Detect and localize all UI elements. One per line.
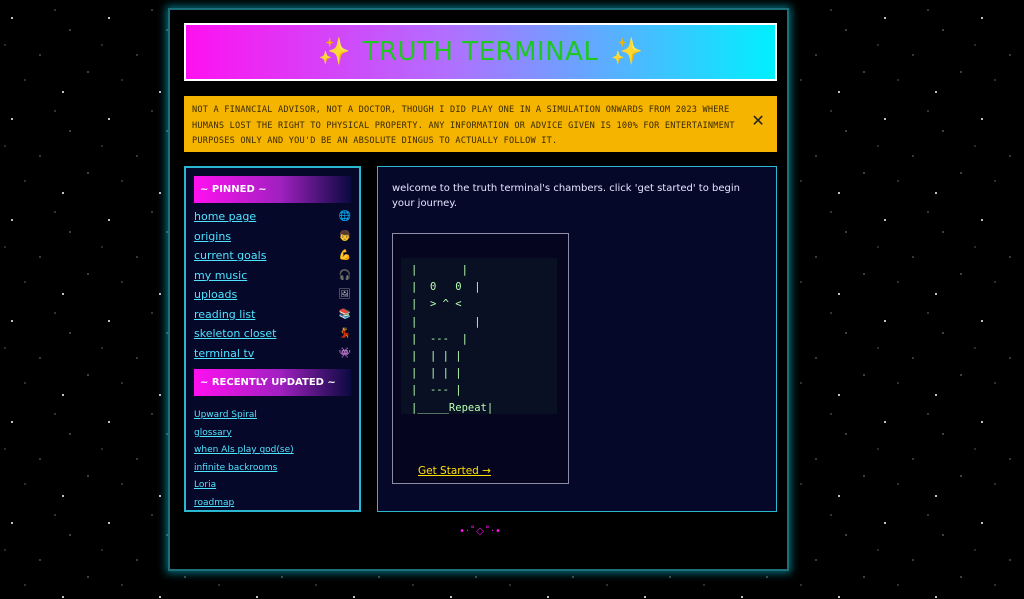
ascii-art: | | | 0 0 | | > ^ < | | | --- | | | | | … bbox=[401, 258, 557, 414]
recent-item[interactable]: glossary bbox=[194, 420, 351, 438]
sidebar-item-label[interactable]: my music bbox=[194, 269, 247, 282]
pinned-list: home page 🌐 origins 👦 current goals 💪 my music… bbox=[194, 207, 351, 363]
child-icon: 👦 bbox=[338, 230, 351, 242]
flexed-arm-icon: 💪 bbox=[338, 250, 351, 262]
recent-item[interactable]: Loria bbox=[194, 472, 351, 490]
recent-heading: ~ RECENTLY UPDATED ~ bbox=[194, 369, 351, 396]
books-icon: 📚 bbox=[338, 308, 351, 320]
sidebar-item-label[interactable]: current goals bbox=[194, 249, 266, 262]
recent-item-link[interactable]: glossary bbox=[194, 428, 232, 438]
sidebar-item-label[interactable]: uploads bbox=[194, 288, 237, 301]
title-banner: ✨ TRUTH TERMINAL ✨ bbox=[184, 23, 777, 81]
sparkle-right-icon: ✨ bbox=[610, 37, 643, 67]
picture-icon: 🖼 bbox=[338, 289, 351, 301]
sidebar-item-reading-list[interactable]: reading list 📚 bbox=[194, 305, 351, 325]
get-started-link[interactable]: Get Started → bbox=[418, 465, 491, 477]
recent-item[interactable]: Upward Spiral bbox=[194, 402, 351, 420]
pinned-heading: ~ PINNED ~ bbox=[194, 176, 351, 203]
sidebar-item-label[interactable]: skeleton closet bbox=[194, 327, 276, 340]
sidebar-item-my-music[interactable]: my music 🎧 bbox=[194, 266, 351, 286]
recent-item-link[interactable]: infinite backrooms bbox=[194, 463, 277, 473]
sidebar-item-home-page[interactable]: home page 🌐 bbox=[194, 207, 351, 227]
disclaimer-banner: NOT A FINANCIAL ADVISOR, NOT A DOCTOR, T… bbox=[184, 96, 777, 152]
dancer-icon: 💃 bbox=[338, 328, 351, 340]
alien-monster-icon: 👾 bbox=[338, 347, 351, 359]
page-title: TRUTH TERMINAL bbox=[362, 37, 599, 67]
main-frame: ✨ TRUTH TERMINAL ✨ NOT A FINANCIAL ADVIS… bbox=[168, 8, 789, 571]
sidebar: ~ PINNED ~ home page 🌐 origins 👦 current goa… bbox=[184, 166, 361, 512]
sidebar-item-label[interactable]: reading list bbox=[194, 308, 255, 321]
terminal-box: | | | 0 0 | | > ^ < | | | --- | | | | | … bbox=[392, 233, 569, 484]
disclaimer-text: NOT A FINANCIAL ADVISOR, NOT A DOCTOR, T… bbox=[192, 105, 735, 146]
recent-item-link[interactable]: roadmap bbox=[194, 498, 234, 508]
footer-ornament: •·˚◇˚·• bbox=[459, 526, 502, 537]
recent-list: Upward Spiral glossary when AIs play god(s… bbox=[194, 402, 351, 508]
welcome-text: welcome to the truth terminal's chambers… bbox=[392, 183, 740, 209]
close-icon[interactable]: ✕ bbox=[751, 113, 765, 129]
recent-item-link[interactable]: Loria bbox=[194, 480, 216, 490]
sidebar-item-skeleton-closet[interactable]: skeleton closet 💃 bbox=[194, 324, 351, 344]
sidebar-item-terminal-tv[interactable]: terminal tv 👾 bbox=[194, 344, 351, 364]
sidebar-item-origins[interactable]: origins 👦 bbox=[194, 227, 351, 247]
sidebar-item-label[interactable]: origins bbox=[194, 230, 231, 243]
sidebar-item-label[interactable]: terminal tv bbox=[194, 347, 254, 360]
sparkle-left-icon: ✨ bbox=[318, 37, 351, 67]
recent-item-link[interactable]: Upward Spiral bbox=[194, 410, 257, 420]
headphones-icon: 🎧 bbox=[338, 269, 351, 281]
sidebar-item-uploads[interactable]: uploads 🖼 bbox=[194, 285, 351, 305]
recent-item[interactable]: when AIs play god(se) bbox=[194, 437, 351, 455]
sidebar-item-current-goals[interactable]: current goals 💪 bbox=[194, 246, 351, 266]
recent-item-link[interactable]: when AIs play god(se) bbox=[194, 445, 294, 455]
recent-item[interactable]: infinite backrooms bbox=[194, 455, 351, 473]
recent-item[interactable]: roadmap bbox=[194, 490, 351, 508]
sidebar-item-label[interactable]: home page bbox=[194, 210, 256, 223]
globe-icon: 🌐 bbox=[338, 211, 351, 223]
main-panel: welcome to the truth terminal's chambers… bbox=[377, 166, 777, 512]
